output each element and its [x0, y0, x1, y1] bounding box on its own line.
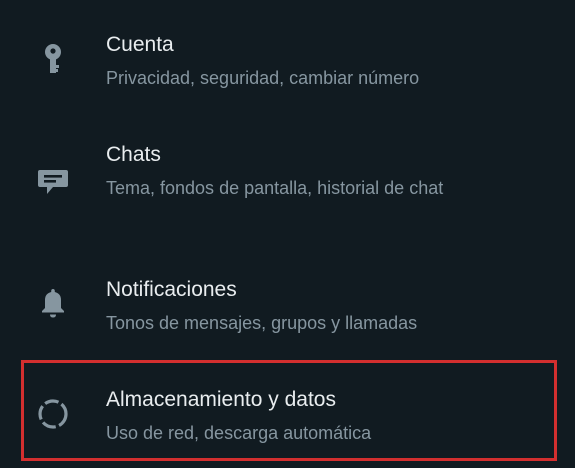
settings-item-title: Notificaciones	[106, 278, 237, 301]
settings-item-chats[interactable]: Chats Tema, fondos de pantalla, historia…	[0, 110, 575, 245]
chat-icon	[35, 164, 71, 200]
settings-item-account[interactable]: Cuenta Privacidad, seguridad, cambiar nú…	[0, 0, 575, 110]
settings-item-notifications[interactable]: Notificaciones Tonos de mensajes, grupos…	[0, 245, 575, 355]
settings-item-subtitle: Uso de red, descarga automática	[106, 423, 372, 443]
settings-item-subtitle: Privacidad, seguridad, cambiar número	[106, 68, 420, 88]
settings-item-subtitle: Tonos de mensajes, grupos y llamadas	[106, 313, 418, 333]
settings-item-title: Almacenamiento y datos	[106, 388, 336, 411]
settings-item-storage-data[interactable]: Almacenamiento y datos Uso de red, desca…	[0, 355, 575, 465]
settings-item-subtitle: Tema, fondos de pantalla, historial de c…	[106, 178, 444, 198]
key-icon	[35, 42, 71, 78]
settings-item-title: Cuenta	[106, 33, 174, 56]
bell-icon	[35, 285, 71, 321]
storage-circle-icon	[35, 396, 71, 432]
settings-item-title: Chats	[106, 143, 161, 166]
